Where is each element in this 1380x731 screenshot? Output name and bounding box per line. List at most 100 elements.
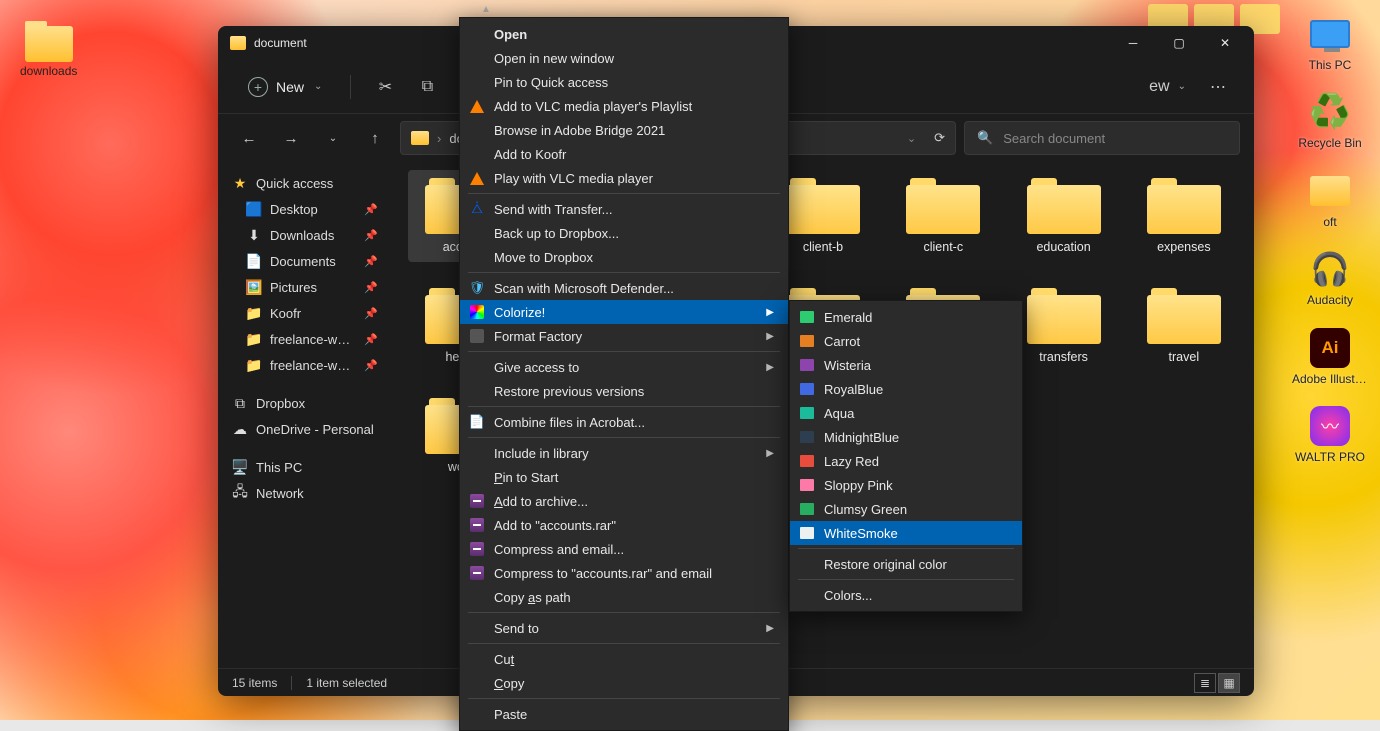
menu-overflow-up-icon[interactable]: ▲ bbox=[481, 4, 491, 15]
menu-item-paste[interactable]: Paste bbox=[460, 702, 788, 726]
folder-item[interactable]: expenses bbox=[1130, 170, 1238, 262]
menu-item-open[interactable]: Open bbox=[460, 22, 788, 46]
color-option-whitesmoke[interactable]: WhiteSmoke bbox=[790, 521, 1022, 545]
menu-item-send-with-transfer-[interactable]: ⧊Send with Transfer... bbox=[460, 197, 788, 221]
more-button[interactable]: ⋯ bbox=[1200, 69, 1236, 105]
menu-item-pin-to-quick-access[interactable]: Pin to Quick access bbox=[460, 70, 788, 94]
desktop-icon-recycle-bin[interactable]: ♻️Recycle Bin bbox=[1292, 90, 1368, 150]
color-option-aqua[interactable]: Aqua bbox=[790, 401, 1022, 425]
folder-item[interactable]: transfers bbox=[1009, 280, 1117, 372]
sidebar-item-network[interactable]: 🖧Network bbox=[222, 480, 388, 506]
color-option-clumsy-green[interactable]: Clumsy Green bbox=[790, 497, 1022, 521]
menu-item-pin-to-start[interactable]: Pin to Start bbox=[460, 465, 788, 489]
sidebar-item-icon: 📁 bbox=[246, 305, 262, 321]
menu-item-copy[interactable]: Copy bbox=[460, 671, 788, 695]
menu-item-colors-more[interactable]: Colors... bbox=[790, 583, 1022, 607]
color-option-carrot[interactable]: Carrot bbox=[790, 329, 1022, 353]
menu-item-compress-and-email-[interactable]: Compress and email... bbox=[460, 537, 788, 561]
desktop-icon-audacity[interactable]: 🎧Audacity bbox=[1292, 247, 1368, 307]
desktop-icon-oft[interactable]: oft bbox=[1292, 169, 1368, 229]
new-button[interactable]: + New ⌄ bbox=[236, 71, 334, 103]
folder-item[interactable]: client-c bbox=[889, 170, 997, 262]
menu-item-include-in-library[interactable]: Include in library▶ bbox=[460, 441, 788, 465]
sidebar-item-this-pc[interactable]: 🖥️This PC bbox=[222, 454, 388, 480]
color-option-emerald[interactable]: Emerald bbox=[790, 305, 1022, 329]
folder-label: education bbox=[1036, 240, 1090, 254]
view-dropdown[interactable]: ew⌄ bbox=[1141, 69, 1194, 105]
menu-item-cut[interactable]: Cut bbox=[460, 647, 788, 671]
menu-item-move-to-dropbox[interactable]: Move to Dropbox bbox=[460, 245, 788, 269]
menu-item-open-in-new-window[interactable]: Open in new window bbox=[460, 46, 788, 70]
cut-icon[interactable]: ✂ bbox=[367, 69, 403, 105]
sidebar-item-label: This PC bbox=[256, 460, 302, 475]
menu-item-add-to-koofr[interactable]: Add to Koofr bbox=[460, 142, 788, 166]
desktop-icon-waltr-pro[interactable]: 〰WALTR PRO bbox=[1292, 404, 1368, 464]
pin-icon: 📌 bbox=[364, 229, 378, 242]
app-icon bbox=[1308, 12, 1352, 56]
menu-item-restore-color[interactable]: Restore original color bbox=[790, 552, 1022, 576]
menu-item-format-factory[interactable]: Format Factory▶ bbox=[460, 324, 788, 348]
sidebar-item-pictures[interactable]: 🖼️Pictures📌 bbox=[222, 274, 388, 300]
sidebar-item-documents[interactable]: 📄Documents📌 bbox=[222, 248, 388, 274]
maximize-button[interactable]: ▢ bbox=[1156, 26, 1202, 60]
details-view-button[interactable]: ≣ bbox=[1194, 673, 1216, 693]
folder-icon bbox=[25, 26, 73, 62]
menu-item-colorize-[interactable]: Colorize!▶ bbox=[460, 300, 788, 324]
recent-chevron[interactable]: ⌄ bbox=[316, 121, 350, 155]
icons-view-button[interactable]: ▦ bbox=[1218, 673, 1240, 693]
pdf-icon: 📄 bbox=[468, 413, 486, 431]
sidebar-quick-access[interactable]: ★ Quick access bbox=[222, 170, 388, 196]
menu-item-restore-previous-versions[interactable]: Restore previous versions bbox=[460, 379, 788, 403]
menu-item-label: Scan with Microsoft Defender... bbox=[494, 281, 674, 296]
menu-item-give-access-to[interactable]: Give access to▶ bbox=[460, 355, 788, 379]
sidebar-item-downloads[interactable]: ⬇Downloads📌 bbox=[222, 222, 388, 248]
folder-item[interactable]: education bbox=[1009, 170, 1117, 262]
sidebar-item-label: Koofr bbox=[270, 306, 301, 321]
color-option-lazy-red[interactable]: Lazy Red bbox=[790, 449, 1022, 473]
menu-item-copy-as-path[interactable]: Copy as path bbox=[460, 585, 788, 609]
sidebar-item-koofr[interactable]: 📁Koofr📌 bbox=[222, 300, 388, 326]
folder-item[interactable]: travel bbox=[1130, 280, 1238, 372]
menu-item-label: Format Factory bbox=[494, 329, 582, 344]
close-button[interactable]: ✕ bbox=[1202, 26, 1248, 60]
menu-item-add-to-archive-[interactable]: Add to archive... bbox=[460, 489, 788, 513]
chevron-down-icon[interactable]: ⌄ bbox=[907, 132, 916, 145]
menu-item-scan-with-microsoft-defender-[interactable]: 🛡Scan with Microsoft Defender... bbox=[460, 276, 788, 300]
sidebar-item-desktop[interactable]: 🟦Desktop📌 bbox=[222, 196, 388, 222]
color-swatch-icon bbox=[800, 503, 814, 515]
sidebar-item-freelance-work-f[interactable]: 📁freelance-work-f📌 bbox=[222, 352, 388, 378]
menu-item-label: Compress to "accounts.rar" and email bbox=[494, 566, 712, 581]
sidebar-item-onedrive-personal[interactable]: ☁OneDrive - Personal bbox=[222, 416, 388, 442]
color-option-sloppy-pink[interactable]: Sloppy Pink bbox=[790, 473, 1022, 497]
separator bbox=[798, 579, 1014, 580]
search-box[interactable]: 🔍 Search document bbox=[964, 121, 1240, 155]
pin-icon: 📌 bbox=[364, 203, 378, 216]
menu-item-add-to-accounts-rar-[interactable]: Add to "accounts.rar" bbox=[460, 513, 788, 537]
minimize-button[interactable]: ─ bbox=[1110, 26, 1156, 60]
folder-label: transfers bbox=[1039, 350, 1088, 364]
menu-item-compress-to-accounts-rar-and-e[interactable]: Compress to "accounts.rar" and email bbox=[460, 561, 788, 585]
back-button[interactable]: ← bbox=[232, 121, 266, 155]
color-option-wisteria[interactable]: Wisteria bbox=[790, 353, 1022, 377]
menu-item-combine-files-in-acrobat-[interactable]: 📄Combine files in Acrobat... bbox=[460, 410, 788, 434]
submenu-arrow-icon: ▶ bbox=[766, 307, 774, 318]
up-button[interactable]: ↑ bbox=[358, 121, 392, 155]
copy-icon[interactable]: ⧉ bbox=[409, 69, 445, 105]
status-selected: 1 item selected bbox=[306, 676, 387, 690]
forward-button[interactable]: → bbox=[274, 121, 308, 155]
menu-item-back-up-to-dropbox-[interactable]: Back up to Dropbox... bbox=[460, 221, 788, 245]
menu-item-play-with-vlc-media-player[interactable]: Play with VLC media player bbox=[460, 166, 788, 190]
color-option-royalblue[interactable]: RoyalBlue bbox=[790, 377, 1022, 401]
desktop-icon-this-pc[interactable]: This PC bbox=[1292, 12, 1368, 72]
sidebar-item-freelance-work-f[interactable]: 📁freelance-work-f📌 bbox=[222, 326, 388, 352]
menu-item-add-to-vlc-media-player-s-play[interactable]: Add to VLC media player's Playlist bbox=[460, 94, 788, 118]
sidebar-item-dropbox[interactable]: ⧉Dropbox bbox=[222, 390, 388, 416]
menu-item-send-to[interactable]: Send to▶ bbox=[460, 616, 788, 640]
color-label: RoyalBlue bbox=[824, 382, 883, 397]
color-option-midnightblue[interactable]: MidnightBlue bbox=[790, 425, 1022, 449]
desktop-folder-downloads[interactable]: downloads bbox=[20, 26, 77, 78]
refresh-icon[interactable]: ⟳ bbox=[934, 130, 945, 146]
separator bbox=[468, 406, 780, 407]
desktop-icon-adobe-illustrat-[interactable]: AiAdobe Illustrat... bbox=[1292, 326, 1368, 386]
menu-item-browse-in-adobe-bridge-2021[interactable]: Browse in Adobe Bridge 2021 bbox=[460, 118, 788, 142]
